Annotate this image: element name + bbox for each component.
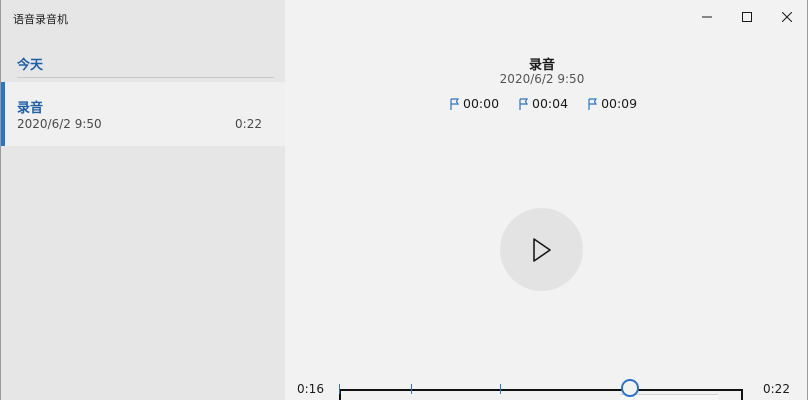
marker-time: 00:09 [601,96,638,111]
marker-list: 00:00 00:04 00:09 [450,96,637,111]
selection-indicator [1,82,5,146]
close-button[interactable] [767,0,807,34]
marker-tick [339,384,340,394]
marker-time: 00:04 [532,96,569,111]
flag-icon [519,97,529,110]
flag-icon [588,97,598,110]
marker-time: 00:00 [463,96,500,111]
playback-position: 0:16 [297,382,324,396]
marker-item[interactable]: 00:04 [519,96,568,111]
section-header-today: 今天 [17,58,44,73]
close-icon [782,12,792,22]
minimize-button[interactable] [687,0,727,34]
minimize-icon [702,16,712,18]
marker-tick [411,384,412,394]
flag-icon [450,97,460,110]
recording-name: 录音 [17,101,44,116]
sidebar: 语音录音机 今天 录音 2020/6/2 9:50 0:22 [1,0,285,400]
recording-title: 录音 [528,58,555,73]
play-icon [532,237,551,262]
marker-item[interactable]: 00:00 [450,96,499,111]
playback-timeline[interactable] [339,379,745,400]
maximize-button[interactable] [727,0,767,34]
recording-duration: 0:22 [235,117,262,131]
voice-recorder-window: 语音录音机 今天 录音 2020/6/2 9:50 0:22 录音 2020/6… [0,0,808,400]
recording-timestamp: 2020/6/2 9:50 [499,72,585,86]
app-title: 语音录音机 [13,13,68,26]
marker-item[interactable]: 00:09 [588,96,637,111]
total-duration: 0:22 [763,382,790,396]
recording-date: 2020/6/2 9:50 [17,117,102,131]
play-button[interactable] [500,208,583,291]
recording-list-item[interactable]: 录音 2020/6/2 9:50 0:22 [1,82,285,146]
window-controls [687,0,807,34]
timeline-thumb[interactable] [621,379,639,397]
maximize-icon [742,12,752,22]
section-divider [17,77,274,78]
marker-tick [500,384,501,394]
